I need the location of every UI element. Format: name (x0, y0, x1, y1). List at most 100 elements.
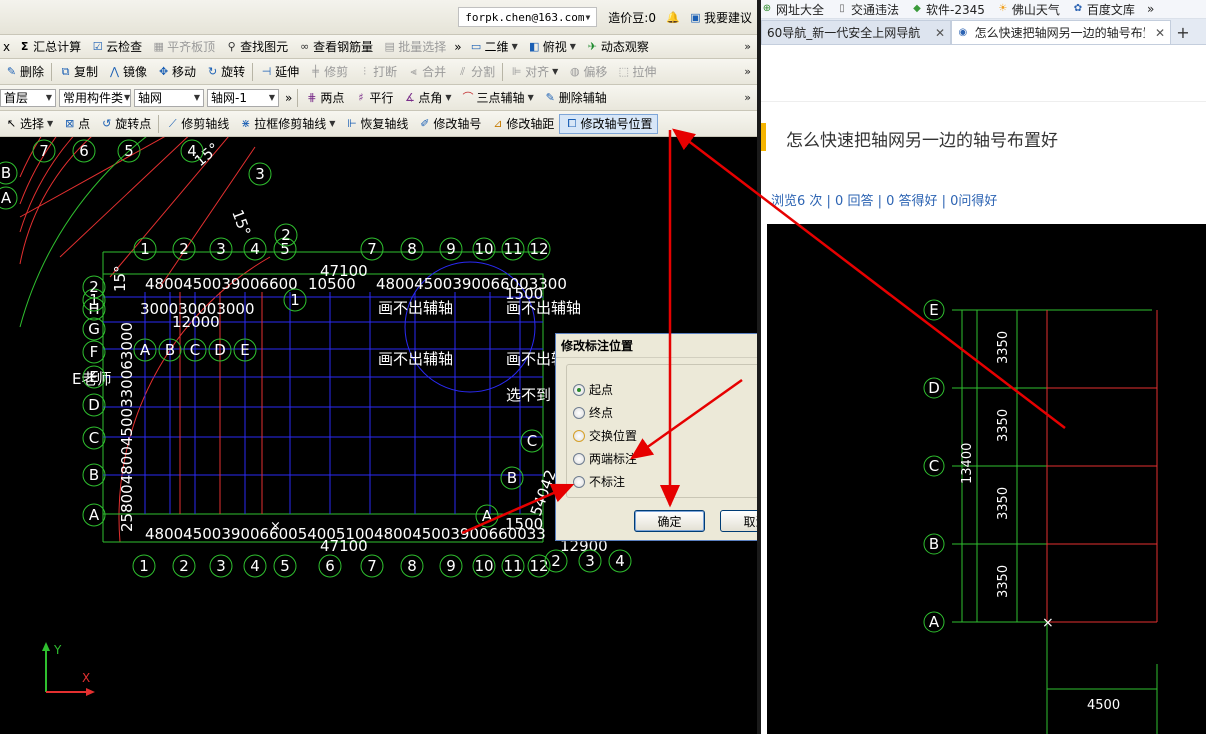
close-x-icon[interactable]: x (0, 37, 13, 57)
favorite-item[interactable]: ✿ 百度文库 (1072, 1, 1135, 18)
img-dim-4: 3350 (996, 565, 1011, 598)
close-icon[interactable]: ✕ (935, 26, 945, 40)
option-none-label: 不标注 (589, 475, 626, 489)
favorite-item[interactable]: ▯ 交通违法 (836, 1, 899, 18)
dimension-texts: 47100 4800450039006600 10500 48004500390… (72, 139, 608, 555)
edit-axis-pos-button[interactable]: ⧠ 修改轴号位置 (559, 113, 659, 134)
box-trim-axis-dropdown[interactable]: ⋇ 拉框修剪轴线 ▼ (234, 114, 340, 134)
mirror-label: 镜像 (123, 65, 148, 79)
rotate-button[interactable]: ↻ 旋转 (201, 62, 250, 82)
align-dropdown[interactable]: ⊫ 对齐 ▼ (505, 62, 563, 82)
delete-aux-button[interactable]: ✎ 删除辅轴 (539, 88, 612, 108)
instance-select[interactable]: 轴网-1 ▼ (207, 88, 279, 107)
rotate-point-button[interactable]: ↺ 旋转点 (95, 114, 156, 134)
view-mode-dropdown[interactable]: ▭ 二维 ▼ (465, 37, 523, 57)
dimension-icon: ⊿ (493, 117, 503, 130)
view-rebar-button[interactable]: ∞ 查看钢筋量 (293, 37, 378, 57)
option-both-ends[interactable]: 两端标注 (573, 450, 637, 467)
stretch-button[interactable]: ⬚ 拉伸 (612, 62, 661, 82)
split-button[interactable]: ⫽ 分割 (451, 62, 500, 82)
more-toolbar2[interactable]: » (738, 65, 757, 78)
new-tab-button[interactable]: + (1171, 20, 1195, 44)
close-icon[interactable]: ✕ (1155, 26, 1165, 40)
favorite-item[interactable]: ⊕ 网址大全 (761, 1, 824, 18)
angle-icon: ∡ (404, 91, 415, 104)
svg-text:3: 3 (585, 552, 595, 570)
option-start[interactable]: 起点 (573, 381, 613, 398)
three-point-aux-dropdown[interactable]: ⌒ 三点辅轴 ▼ (457, 88, 539, 108)
batch-select-button[interactable]: ▤ 批量选择 (378, 37, 451, 57)
mirror-button[interactable]: ⋀ 镜像 (103, 62, 152, 82)
view-angle-dropdown[interactable]: ◧ 俯视 ▼ (523, 37, 581, 57)
find-element-button[interactable]: ⚲ 查找图元 (220, 37, 293, 57)
radio-icon (573, 429, 585, 442)
component-type-select[interactable]: 常用构件类 ▼ (59, 88, 131, 107)
trim-button[interactable]: ╪ 修剪 (304, 62, 353, 82)
view-rebar-label: 查看钢筋量 (313, 40, 374, 54)
break-button[interactable]: ⫶ 打断 (353, 62, 402, 82)
break-label: 打断 (373, 65, 398, 79)
cross-marker-icon: × (1042, 615, 1054, 631)
two-points-button[interactable]: ⋕ 两点 (300, 88, 349, 108)
cancel-button[interactable]: 取消 (720, 510, 757, 532)
option-none[interactable]: 不标注 (573, 473, 625, 490)
account-email-dropdown[interactable]: forpk.chen@163.com ▼ (458, 7, 598, 27)
tab-question[interactable]: ◉ 怎么快速把轴网另一边的轴号布置 ✕ (951, 20, 1171, 44)
point-angle-dropdown[interactable]: ∡ 点角 ▼ (398, 88, 456, 108)
option-swap-label: 交换位置 (589, 429, 638, 443)
axis-bubble-top: 9 (439, 237, 463, 261)
merge-button[interactable]: ⫷ 合并 (402, 62, 451, 82)
bell-icon[interactable]: 🔔 (661, 7, 684, 27)
restore-axis-button[interactable]: ⊩ 恢复轴线 (340, 114, 413, 134)
img-dim-1: 3350 (996, 331, 1011, 364)
axis-bubble-right: A (475, 504, 499, 528)
angle-label-3: 15° (111, 265, 129, 292)
svg-text:3: 3 (216, 557, 226, 575)
axis-bubble-arc: 7 (32, 139, 56, 163)
view-mode-label: 二维 (484, 40, 509, 54)
svg-text:4: 4 (615, 552, 625, 570)
tab-navigation[interactable]: 60导航_新一代安全上网导航 ✕ (761, 20, 951, 44)
copy-button[interactable]: ⧉ 复制 (54, 62, 103, 82)
favorite-item[interactable]: ◆ 软件-2345 (911, 1, 985, 18)
question-image: E D C B A 3350 3350 3350 3350 13400 4500 × (767, 224, 1206, 734)
option-both-ends-label: 两端标注 (589, 452, 638, 466)
two-points-icon: ⋕ (307, 91, 317, 104)
more-toolbar1-left[interactable]: » (451, 37, 464, 57)
suggest-button[interactable]: ▣ 我要建议 (684, 7, 757, 27)
floor-select[interactable]: 首层 ▼ (0, 88, 56, 107)
favorite-item[interactable]: ☀ 佛山天气 (997, 1, 1060, 18)
option-swap[interactable]: 交换位置 (573, 427, 637, 444)
summary-button[interactable]: Σ 汇总计算 (13, 37, 86, 57)
ucs-icon: Y X (42, 642, 95, 696)
parallel-button[interactable]: ♯ 平行 (349, 88, 398, 108)
axis-bubble-bottom: 2 (172, 554, 196, 578)
delete-button[interactable]: ✎ 删除 (0, 62, 49, 82)
chevron-down-icon: ▼ (45, 93, 52, 102)
delete-aux-label: 删除辅轴 (558, 91, 607, 105)
more-toolbar1[interactable]: » (738, 40, 757, 53)
more-toolbar3-left[interactable]: » (282, 88, 295, 108)
more-toolbar3[interactable]: » (738, 91, 757, 104)
select-dropdown[interactable]: ↖ 选择 ▼ (0, 114, 58, 134)
edit-axis-no-button[interactable]: ✐ 修改轴号 (413, 114, 486, 134)
trim-axis-button[interactable]: ⟋ 修剪轴线 (161, 114, 234, 134)
option-end[interactable]: 终点 (573, 404, 613, 421)
offset-button[interactable]: ◍ 偏移 (563, 62, 612, 82)
axis-bubble-left: C (82, 426, 106, 450)
move-button[interactable]: ✥ 移动 (152, 62, 201, 82)
dim-right-1500b: 1500 (505, 515, 543, 533)
flat-top-button[interactable]: ▦ 平齐板顶 (147, 37, 220, 57)
component-type-value: 常用构件类 (63, 91, 124, 105)
ok-button[interactable]: 确定 (634, 510, 705, 532)
svg-text:F: F (90, 343, 99, 361)
point-button[interactable]: ⊠ 点 (58, 114, 95, 134)
favorites-more[interactable]: » (1147, 2, 1154, 16)
cloud-check-button[interactable]: ☑ 云检查 (86, 37, 147, 57)
component-select[interactable]: 轴网 ▼ (134, 88, 204, 107)
extend-button[interactable]: ⊣ 延伸 (255, 62, 304, 82)
edit-axis-dist-button[interactable]: ⊿ 修改轴距 (486, 114, 559, 134)
axis-bubble-top: 12 (527, 237, 551, 261)
svg-text:4: 4 (250, 557, 260, 575)
dynamic-view-button[interactable]: ✈ 动态观察 (581, 37, 654, 57)
